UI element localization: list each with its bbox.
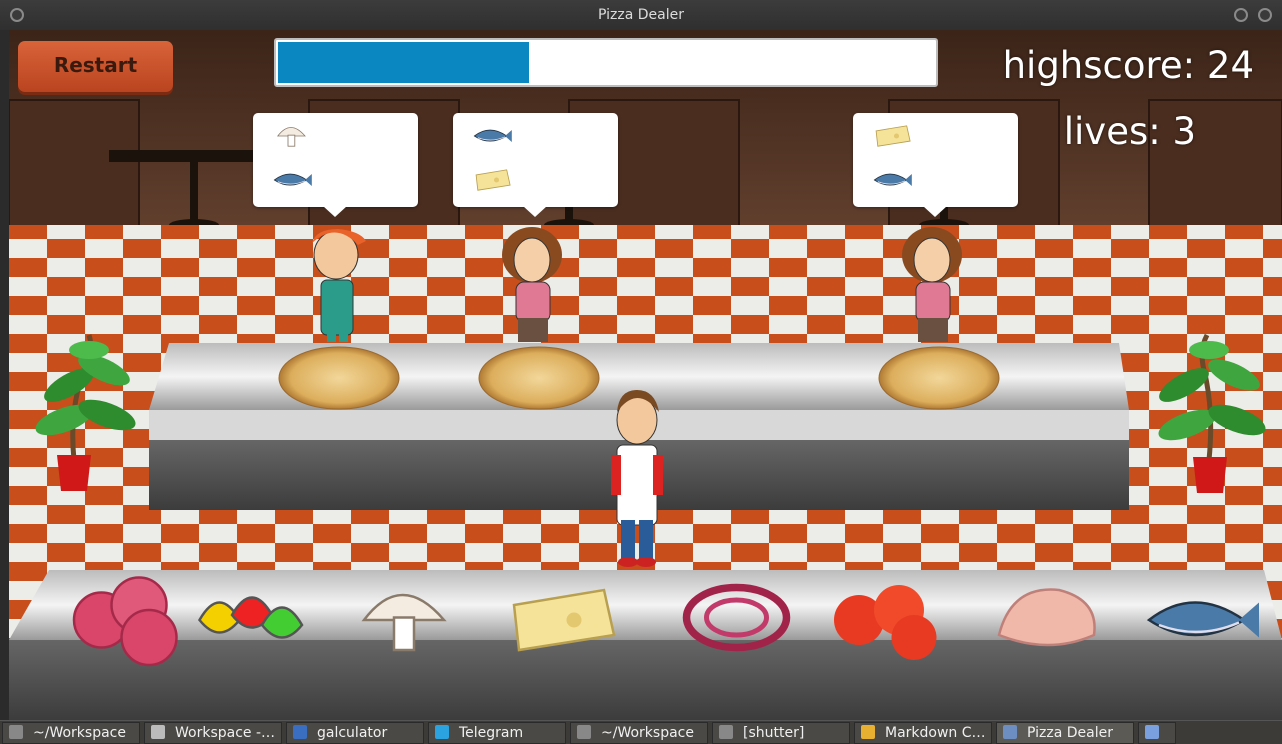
chrome-icon — [861, 725, 875, 739]
taskbar-item-7[interactable]: Pizza Dealer — [996, 722, 1134, 744]
calculator-icon — [293, 725, 307, 739]
taskbar: ~/Workspace Workspace -… galculator Telegra… — [0, 720, 1282, 744]
timer-progress-bar — [274, 38, 938, 87]
close-icon[interactable] — [1258, 8, 1272, 22]
taskbar-item-label: ~/Workspace — [601, 725, 694, 741]
pizza-1[interactable] — [278, 346, 400, 410]
taskbar-item-label: Telegram — [459, 725, 524, 741]
window-title: Pizza Dealer — [598, 7, 684, 23]
taskbar-item-3[interactable]: Telegram — [428, 722, 566, 744]
order-bubble-3 — [853, 113, 1018, 217]
telegram-icon — [435, 725, 449, 739]
timer-progress-fill — [278, 42, 529, 83]
window-icon — [1003, 725, 1017, 739]
editor-icon — [151, 725, 165, 739]
minimize-icon[interactable] — [1234, 8, 1248, 22]
lives-label: lives: 3 — [1063, 110, 1196, 153]
show-desktop-icon — [1145, 725, 1159, 739]
order-bubble-1 — [253, 113, 418, 217]
pizza-3[interactable] — [878, 346, 1000, 410]
tuna-icon — [473, 129, 512, 142]
cheese-icon — [475, 169, 511, 191]
window-menu-icon[interactable] — [10, 8, 24, 22]
pizza-2[interactable] — [478, 346, 600, 410]
taskbar-item-label: galculator — [317, 725, 388, 741]
order-bubble-2 — [453, 113, 618, 217]
terminal-icon — [9, 725, 23, 739]
window-titlebar: Pizza Dealer — [0, 0, 1282, 30]
taskbar-item-2[interactable]: galculator — [286, 722, 424, 744]
terminal-icon — [577, 725, 591, 739]
terminal-icon — [719, 725, 733, 739]
taskbar-item-label: Markdown C… — [885, 725, 986, 741]
taskbar-item-label: Pizza Dealer — [1027, 725, 1113, 741]
taskbar-item-label: ~/Workspace — [33, 725, 126, 741]
game-area: Restart highscore: 24 lives: 3 — [9, 30, 1282, 720]
taskbar-item-0[interactable]: ~/Workspace — [2, 722, 140, 744]
taskbar-item-4[interactable]: ~/Workspace — [570, 722, 708, 744]
mushroom-icon — [276, 127, 306, 147]
taskbar-item-label: [shutter] — [743, 725, 805, 741]
restart-button[interactable]: Restart — [18, 41, 173, 92]
tuna-icon — [873, 173, 912, 186]
taskbar-item-label: Workspace -… — [175, 725, 276, 741]
taskbar-item-6[interactable]: Markdown C… — [854, 722, 992, 744]
tuna-icon — [273, 173, 312, 186]
cheese-icon — [875, 125, 911, 147]
taskbar-item-8[interactable] — [1138, 722, 1176, 744]
highscore-label: highscore: 24 — [1002, 44, 1254, 87]
taskbar-item-5[interactable]: [shutter] — [712, 722, 850, 744]
taskbar-item-1[interactable]: Workspace -… — [144, 722, 282, 744]
ingredient-counter — [9, 570, 1282, 720]
